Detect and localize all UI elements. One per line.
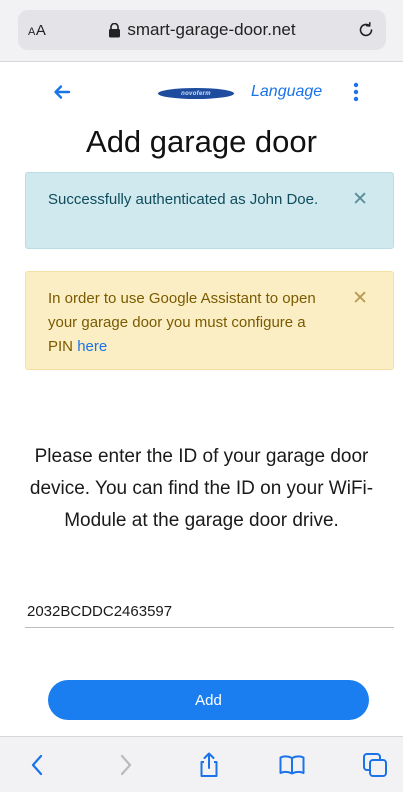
browser-top-bar: AA smart-garage-door.net: [0, 0, 403, 62]
reload-icon[interactable]: [356, 20, 376, 40]
add-button[interactable]: Add: [48, 680, 369, 720]
back-icon[interactable]: [24, 751, 52, 779]
close-icon[interactable]: ✕: [352, 188, 368, 212]
app-header: novoferm Language: [0, 62, 403, 122]
lock-icon: [109, 22, 121, 37]
tabs-icon[interactable]: [361, 751, 389, 779]
address-bar[interactable]: AA smart-garage-door.net: [18, 10, 386, 50]
warning-alert: In order to use Google Assistant to open…: [25, 271, 394, 370]
back-arrow-icon[interactable]: [52, 82, 72, 102]
close-icon[interactable]: ✕: [352, 287, 368, 311]
url-display[interactable]: smart-garage-door.net: [18, 20, 386, 40]
device-id-input[interactable]: [25, 596, 394, 628]
success-alert-text: Successfully authenticated as John Doe.: [48, 191, 319, 208]
language-link[interactable]: Language: [251, 83, 322, 101]
forward-icon[interactable]: [111, 751, 139, 779]
success-alert: Successfully authenticated as John Doe. …: [25, 172, 394, 249]
configure-pin-link[interactable]: here: [77, 338, 107, 355]
url-text: smart-garage-door.net: [127, 20, 296, 39]
instructions-text: Please enter the ID of your garage door …: [29, 446, 374, 531]
bookmarks-icon[interactable]: [278, 751, 306, 779]
more-options-icon[interactable]: [352, 82, 360, 102]
browser-bottom-toolbar: [0, 736, 403, 792]
page-title: Add garage door: [86, 124, 317, 159]
share-icon[interactable]: [195, 751, 223, 779]
brand-logo: novoferm: [158, 88, 234, 99]
